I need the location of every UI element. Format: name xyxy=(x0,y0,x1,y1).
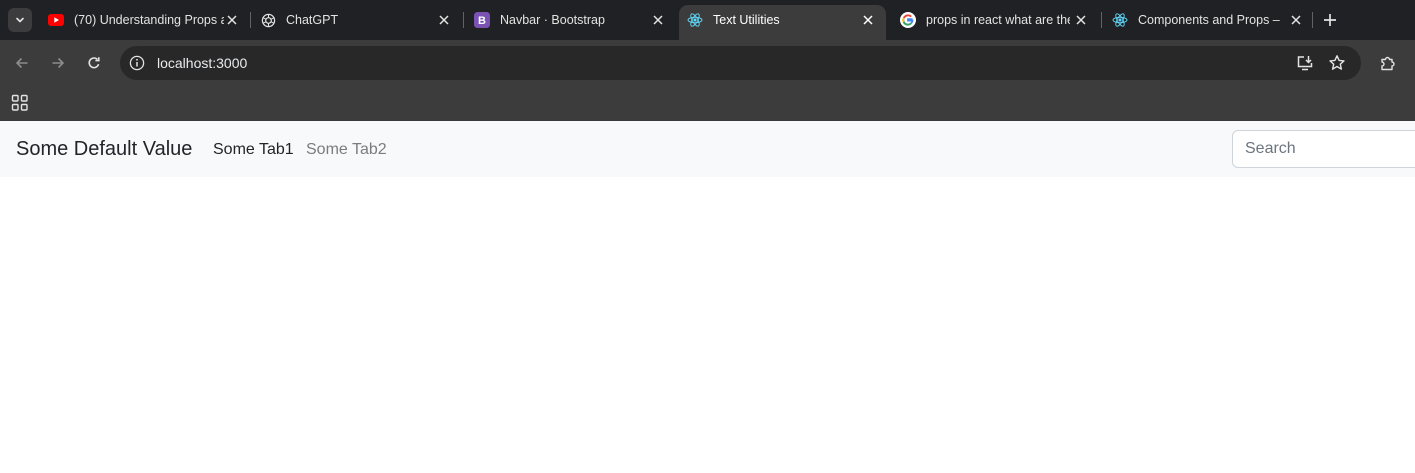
close-tab-icon[interactable] xyxy=(1288,12,1304,28)
react-icon xyxy=(687,12,703,28)
browser-tab-title: Components and Props – R xyxy=(1138,13,1280,27)
browser-tab-title: ChatGPT xyxy=(286,13,339,27)
browser-tab-title: (70) Understanding Props a xyxy=(74,13,224,27)
browser-tab-strip: (70) Understanding Props a ChatGPT B Nav… xyxy=(0,0,1415,40)
page-navbar: Some Default Value Some Tab1 Some Tab2 xyxy=(0,121,1415,177)
tab-search-button[interactable] xyxy=(8,8,32,32)
browser-tab-title: props in react what are the xyxy=(926,13,1070,27)
tab-separator xyxy=(250,12,251,28)
nav-tab-1[interactable]: Some Tab1 xyxy=(213,121,294,177)
close-tab-icon[interactable] xyxy=(1073,12,1089,28)
browser-toolbar: localhost:3000 xyxy=(0,40,1415,86)
url-text[interactable]: localhost:3000 xyxy=(157,46,247,80)
tab-separator xyxy=(1101,12,1102,28)
address-bar[interactable]: localhost:3000 xyxy=(120,46,1361,80)
browser-tab-react-docs[interactable]: Components and Props – R xyxy=(1104,0,1314,40)
browser-tab-title: Navbar · Bootstrap xyxy=(500,13,605,27)
back-button[interactable] xyxy=(11,52,33,74)
chevron-down-icon xyxy=(16,17,24,23)
bootstrap-icon: B xyxy=(474,12,490,28)
reload-icon xyxy=(88,57,100,69)
react-icon xyxy=(1112,12,1128,28)
plus-icon xyxy=(1324,14,1336,26)
close-tab-icon[interactable] xyxy=(650,12,666,28)
install-app-icon[interactable] xyxy=(1296,54,1314,72)
close-tab-icon[interactable] xyxy=(224,12,240,28)
youtube-icon xyxy=(48,12,64,28)
new-tab-button[interactable] xyxy=(1320,10,1340,30)
close-tab-icon[interactable] xyxy=(860,12,876,28)
arrow-right-icon xyxy=(52,57,65,69)
nav-tab-2[interactable]: Some Tab2 xyxy=(306,121,387,177)
browser-tab-text-utilities[interactable]: Text Utilities xyxy=(679,5,886,40)
close-tab-icon[interactable] xyxy=(436,12,452,28)
browser-tab-bootstrap[interactable]: B Navbar · Bootstrap xyxy=(466,0,676,40)
browser-tab-google[interactable]: props in react what are the xyxy=(892,0,1099,40)
search-input[interactable] xyxy=(1232,130,1415,168)
chatgpt-icon xyxy=(260,12,276,28)
svg-text:B: B xyxy=(478,15,486,27)
reload-button[interactable] xyxy=(83,52,105,74)
bookmark-star-icon[interactable] xyxy=(1328,54,1346,72)
browser-tab-youtube[interactable]: (70) Understanding Props a xyxy=(40,0,250,40)
extensions-button[interactable] xyxy=(1377,52,1399,74)
arrow-left-icon xyxy=(15,57,28,69)
tab-separator xyxy=(463,12,464,28)
bookmarks-bar xyxy=(0,86,1415,121)
navbar-brand[interactable]: Some Default Value xyxy=(16,121,192,177)
forward-button[interactable] xyxy=(47,52,69,74)
puzzle-icon xyxy=(1381,56,1395,71)
tab-separator xyxy=(1312,12,1313,28)
info-icon[interactable] xyxy=(129,55,145,71)
browser-tab-title: Text Utilities xyxy=(713,13,780,27)
page-body xyxy=(0,177,1415,473)
browser-tab-chatgpt[interactable]: ChatGPT xyxy=(252,0,462,40)
apps-grid-icon[interactable] xyxy=(11,94,29,112)
google-icon xyxy=(900,12,916,28)
